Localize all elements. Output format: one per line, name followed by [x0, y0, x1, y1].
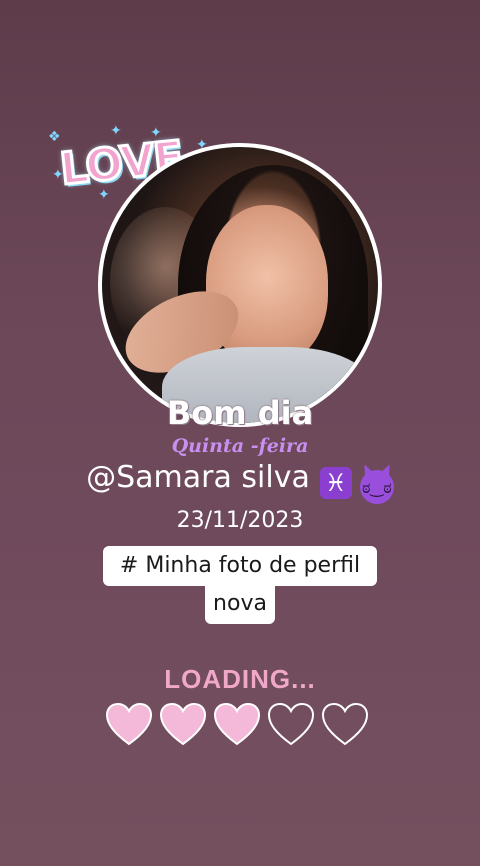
loading-hearts	[104, 700, 376, 752]
pisces-icon: ♓	[319, 467, 352, 499]
caption-line-2: nova	[205, 586, 275, 624]
heart-filled-icon	[105, 702, 153, 746]
date-text: 23/11/2023	[176, 508, 304, 533]
heart-filled-icon	[159, 702, 207, 746]
devil-face-icon: ಠ‿ಠ	[359, 470, 394, 504]
heart-outline-icon	[321, 702, 369, 746]
greeting-text: Bom dia	[166, 394, 314, 432]
username-row: @Samara silva ♓ ಠ‿ಠ	[0, 460, 480, 504]
sparkle-icon: ❖	[48, 129, 61, 145]
loading-label: LOADING...	[164, 664, 316, 694]
profile-photo[interactable]	[98, 143, 382, 427]
weekday-text: Quinta -feira	[171, 435, 309, 457]
username-text: @Samara silva	[86, 460, 310, 495]
caption-line-1: # Minha foto de perfil	[103, 546, 377, 586]
heart-filled-icon	[213, 702, 261, 746]
heart-outline-icon	[267, 702, 315, 746]
sparkle-icon: ✦	[110, 123, 122, 139]
